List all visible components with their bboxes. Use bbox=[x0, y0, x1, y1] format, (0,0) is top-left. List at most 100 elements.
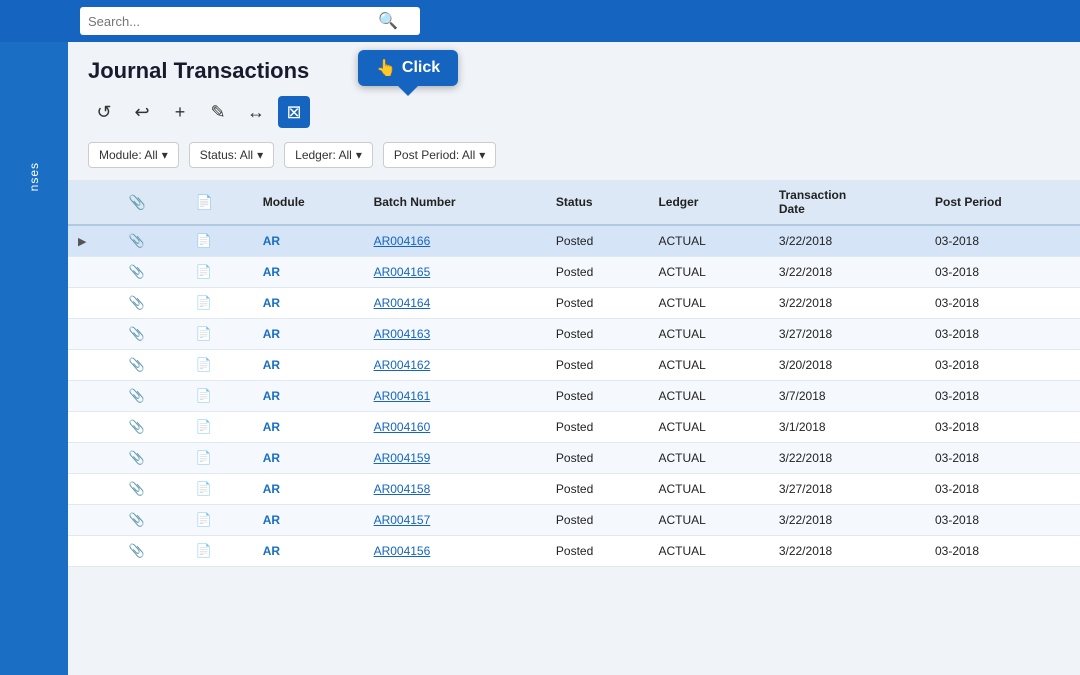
batch-number-cell[interactable]: AR004163 bbox=[364, 319, 546, 350]
attach-cell: 📎 bbox=[119, 536, 186, 567]
click-icon: 👆 bbox=[376, 58, 396, 78]
transaction-date-cell: 3/7/2018 bbox=[769, 381, 925, 412]
ledger-filter-label: Ledger: All bbox=[295, 148, 352, 162]
transactions-table: 📎 📄 Module Batch Number Status Ledger Tr… bbox=[68, 180, 1080, 567]
attach-cell: 📎 bbox=[119, 381, 186, 412]
click-tooltip-button[interactable]: 👆 Click bbox=[358, 50, 458, 86]
module-cell: AR bbox=[253, 536, 364, 567]
post-period-cell: 03-2018 bbox=[925, 536, 1080, 567]
export-button[interactable]: ⊠ bbox=[278, 96, 310, 128]
transaction-date-cell: 3/22/2018 bbox=[769, 257, 925, 288]
doc-cell: 📄 bbox=[186, 288, 253, 319]
transaction-date-cell: 3/22/2018 bbox=[769, 505, 925, 536]
post-period-filter-chevron: ▾ bbox=[479, 148, 485, 162]
doc-cell: 📄 bbox=[186, 412, 253, 443]
batch-number-cell[interactable]: AR004162 bbox=[364, 350, 546, 381]
doc-cell: 📄 bbox=[186, 319, 253, 350]
doc-cell: 📄 bbox=[186, 505, 253, 536]
batch-number-cell[interactable]: AR004165 bbox=[364, 257, 546, 288]
transaction-date-cell: 3/27/2018 bbox=[769, 474, 925, 505]
doc-cell: 📄 bbox=[186, 257, 253, 288]
col-header-expand bbox=[68, 180, 119, 225]
undo-button[interactable]: ↩ bbox=[126, 96, 158, 128]
status-cell: Posted bbox=[546, 225, 649, 257]
doc-cell: 📄 bbox=[186, 474, 253, 505]
doc-cell: 📄 bbox=[186, 443, 253, 474]
edit-button[interactable]: ✎ bbox=[202, 96, 234, 128]
status-cell: Posted bbox=[546, 319, 649, 350]
module-cell: AR bbox=[253, 288, 364, 319]
post-period-cell: 03-2018 bbox=[925, 412, 1080, 443]
batch-number-cell[interactable]: AR004158 bbox=[364, 474, 546, 505]
module-cell: AR bbox=[253, 350, 364, 381]
status-filter[interactable]: Status: All ▾ bbox=[189, 142, 274, 168]
post-period-cell: 03-2018 bbox=[925, 225, 1080, 257]
attach-cell: 📎 bbox=[119, 505, 186, 536]
ledger-filter-chevron: ▾ bbox=[356, 148, 362, 162]
toolbar: ↺ ↩ + ✎ ↔ ⊠ bbox=[68, 92, 1080, 136]
ledger-cell: ACTUAL bbox=[648, 536, 768, 567]
table-row: 📎📄ARAR004162PostedACTUAL3/20/201803-2018 bbox=[68, 350, 1080, 381]
col-header-status: Status bbox=[546, 180, 649, 225]
click-label: Click bbox=[402, 59, 440, 77]
table-row: 📎📄ARAR004165PostedACTUAL3/22/201803-2018 bbox=[68, 257, 1080, 288]
col-header-attach: 📎 bbox=[119, 180, 186, 225]
col-header-transaction-date: TransactionDate bbox=[769, 180, 925, 225]
status-cell: Posted bbox=[546, 443, 649, 474]
status-cell: Posted bbox=[546, 412, 649, 443]
attach-cell: 📎 bbox=[119, 412, 186, 443]
batch-number-cell[interactable]: AR004156 bbox=[364, 536, 546, 567]
sidebar: nses bbox=[0, 42, 68, 675]
batch-number-cell[interactable]: AR004164 bbox=[364, 288, 546, 319]
table-row: 📎📄ARAR004157PostedACTUAL3/22/201803-2018 bbox=[68, 505, 1080, 536]
post-period-cell: 03-2018 bbox=[925, 474, 1080, 505]
status-cell: Posted bbox=[546, 381, 649, 412]
module-cell: AR bbox=[253, 257, 364, 288]
module-cell: AR bbox=[253, 225, 364, 257]
table-row: 📎📄ARAR004163PostedACTUAL3/27/201803-2018 bbox=[68, 319, 1080, 350]
batch-number-cell[interactable]: AR004157 bbox=[364, 505, 546, 536]
table-row: 📎📄ARAR004156PostedACTUAL3/22/201803-2018 bbox=[68, 536, 1080, 567]
search-input[interactable] bbox=[88, 14, 378, 29]
post-period-cell: 03-2018 bbox=[925, 288, 1080, 319]
ledger-cell: ACTUAL bbox=[648, 319, 768, 350]
status-cell: Posted bbox=[546, 505, 649, 536]
post-period-cell: 03-2018 bbox=[925, 505, 1080, 536]
doc-cell: 📄 bbox=[186, 350, 253, 381]
page-wrapper: Journal Transactions 👆 Click ↺ ↩ + ✎ ↔ ⊠… bbox=[68, 42, 1080, 675]
ledger-filter[interactable]: Ledger: All ▾ bbox=[284, 142, 373, 168]
col-header-doc: 📄 bbox=[186, 180, 253, 225]
expand-cell[interactable]: ▶ bbox=[68, 225, 119, 257]
module-filter[interactable]: Module: All ▾ bbox=[88, 142, 179, 168]
expand-cell bbox=[68, 381, 119, 412]
ledger-cell: ACTUAL bbox=[648, 381, 768, 412]
attach-cell: 📎 bbox=[119, 350, 186, 381]
ledger-cell: ACTUAL bbox=[648, 350, 768, 381]
post-period-filter[interactable]: Post Period: All ▾ bbox=[383, 142, 496, 168]
doc-cell: 📄 bbox=[186, 381, 253, 412]
table-header-row: 📎 📄 Module Batch Number Status Ledger Tr… bbox=[68, 180, 1080, 225]
add-button[interactable]: + bbox=[164, 96, 196, 128]
module-cell: AR bbox=[253, 474, 364, 505]
expand-cell bbox=[68, 319, 119, 350]
status-filter-chevron: ▾ bbox=[257, 148, 263, 162]
batch-number-cell[interactable]: AR004161 bbox=[364, 381, 546, 412]
fit-columns-button[interactable]: ↔ bbox=[240, 96, 272, 128]
ledger-cell: ACTUAL bbox=[648, 505, 768, 536]
col-header-post-period: Post Period bbox=[925, 180, 1080, 225]
table-wrapper: 📎 📄 Module Batch Number Status Ledger Tr… bbox=[68, 180, 1080, 567]
transaction-date-cell: 3/22/2018 bbox=[769, 288, 925, 319]
attach-cell: 📎 bbox=[119, 474, 186, 505]
post-period-cell: 03-2018 bbox=[925, 319, 1080, 350]
post-period-cell: 03-2018 bbox=[925, 443, 1080, 474]
refresh-button[interactable]: ↺ bbox=[88, 96, 120, 128]
module-filter-chevron: ▾ bbox=[162, 148, 168, 162]
post-period-cell: 03-2018 bbox=[925, 257, 1080, 288]
status-cell: Posted bbox=[546, 536, 649, 567]
col-header-module: Module bbox=[253, 180, 364, 225]
batch-number-cell[interactable]: AR004160 bbox=[364, 412, 546, 443]
search-button[interactable]: 🔍 bbox=[378, 11, 398, 31]
batch-number-cell[interactable]: AR004159 bbox=[364, 443, 546, 474]
batch-number-cell[interactable]: AR004166 bbox=[364, 225, 546, 257]
module-cell: AR bbox=[253, 505, 364, 536]
